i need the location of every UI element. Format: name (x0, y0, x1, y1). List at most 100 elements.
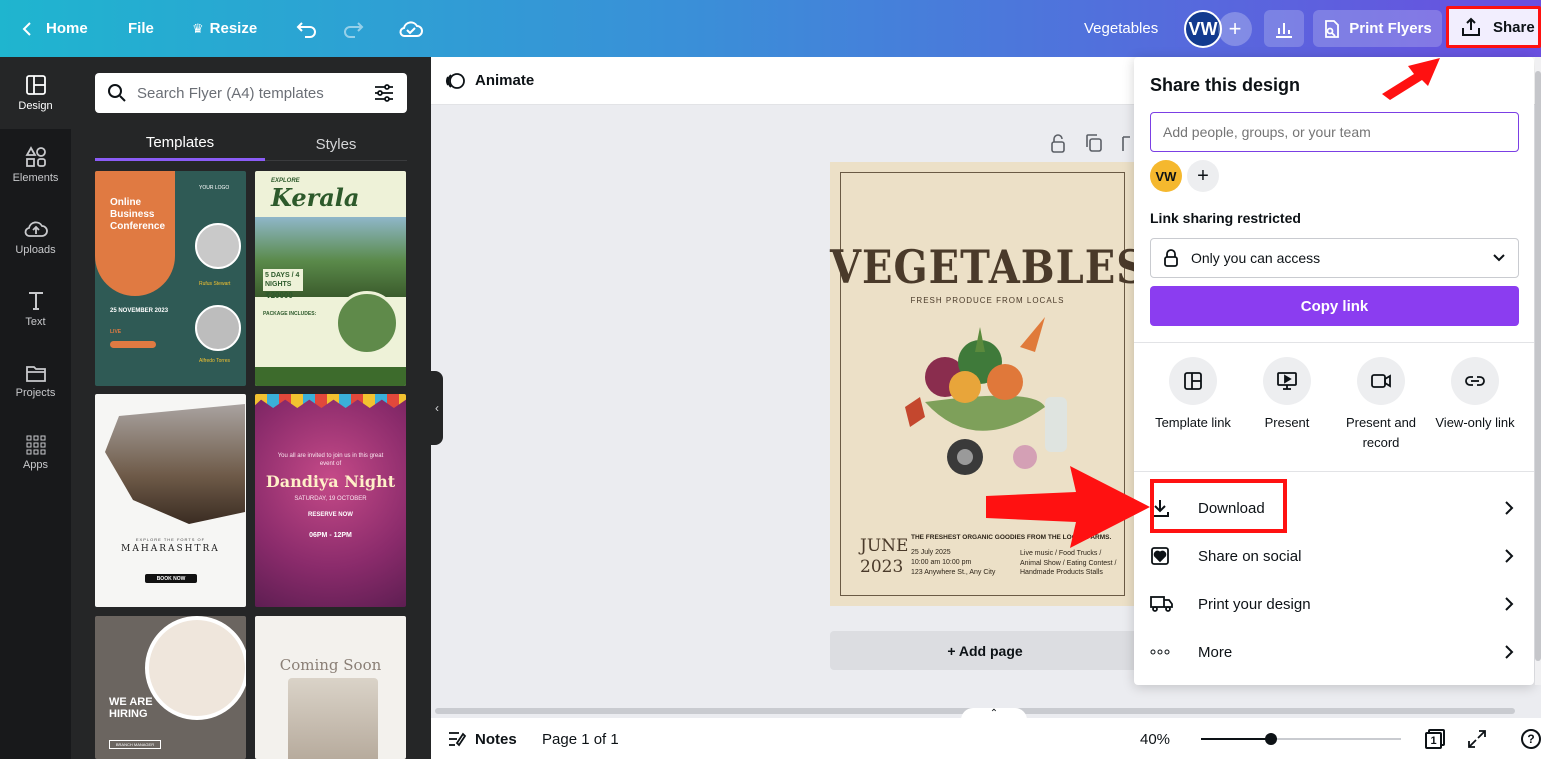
lock-icon[interactable] (1049, 133, 1067, 153)
template-title: Dandiya Night (265, 472, 396, 491)
template-time: 06PM - 12PM (309, 532, 352, 539)
add-page-button[interactable]: + Add page (830, 631, 1140, 670)
page-grid-button[interactable]: 1 (1425, 718, 1445, 759)
insights-button[interactable] (1264, 10, 1304, 47)
add-collaborator-button[interactable]: + (1218, 12, 1252, 46)
home-button[interactable]: Home (20, 0, 88, 57)
present-option[interactable]: Present (1240, 357, 1334, 433)
template-days: 5 DAYS / 4 NIGHTS (263, 269, 303, 291)
chevron-right-icon (1505, 645, 1514, 659)
user-avatar[interactable]: VW (1184, 10, 1222, 48)
home-label: Home (46, 20, 88, 37)
template-logo-text: YOUR LOGO (199, 185, 230, 191)
template-title: Online Business Conference (110, 197, 166, 232)
left-rail: Design Elements Uploads Text Projects Ap… (0, 57, 71, 759)
more-option[interactable]: More (1150, 628, 1519, 676)
print-flyers-button[interactable]: Print Flyers (1313, 10, 1442, 47)
animate-icon (446, 72, 465, 89)
add-people-input[interactable] (1150, 112, 1519, 152)
file-menu[interactable]: File (128, 0, 154, 57)
page-indicator[interactable]: Page 1 of 1 (542, 718, 619, 759)
template-card[interactable]: Coming Soon (255, 616, 406, 759)
redo-button[interactable] (342, 0, 364, 57)
template-card[interactable]: WE ARE HIRING BRANCH MANAGER (95, 616, 246, 759)
template-photo (105, 404, 245, 524)
notes-button[interactable]: Notes (447, 718, 517, 759)
template-reserve: RESERVE NOW (308, 512, 353, 518)
template-card[interactable]: Online Business Conference YOUR LOGO Ruf… (95, 171, 246, 386)
resize-button[interactable]: ♛ Resize (192, 0, 257, 57)
rail-item-apps[interactable]: Apps (0, 417, 71, 489)
template-link-icon (1184, 372, 1202, 390)
template-card[interactable]: EXPLORE Kerala 5 DAYS / 4 NIGHTS ₹20000 … (255, 171, 406, 386)
redo-icon (344, 21, 364, 38)
duplicate-icon[interactable] (1085, 133, 1103, 153)
option-circle (1451, 357, 1499, 405)
tab-styles[interactable]: Styles (265, 127, 407, 161)
zoom-value[interactable]: 40% (1140, 718, 1170, 759)
lock-icon (1164, 249, 1178, 267)
rail-item-design[interactable]: Design (0, 57, 71, 129)
rail-item-elements[interactable]: Elements (0, 129, 71, 201)
add-page-icon[interactable] (1121, 133, 1131, 153)
collapse-panel-handle[interactable]: ‹ (431, 371, 443, 445)
share-panel-scrollbar[interactable] (1535, 57, 1541, 685)
collaborator-avatar[interactable]: VW (1150, 160, 1182, 192)
share-button[interactable]: Share (1446, 6, 1541, 48)
rail-item-text[interactable]: Text (0, 273, 71, 345)
cloud-check-icon (399, 20, 423, 37)
share-social-option[interactable]: Share on social (1150, 532, 1519, 580)
template-card[interactable]: EXPLORE THE FORTS OF MAHARASHTRA BOOK NO… (95, 394, 246, 607)
notes-icon (449, 732, 467, 747)
cloud-save-button[interactable] (398, 0, 424, 57)
chevron-right-icon (1505, 549, 1514, 563)
flyer-activities: Live music / Food Trucks / Animal Show /… (1020, 550, 1117, 576)
plus-icon: + (1197, 164, 1209, 187)
tab-templates[interactable]: Templates (95, 127, 265, 161)
copy-link-button[interactable]: Copy link (1150, 286, 1519, 326)
rail-label: Projects (15, 387, 56, 399)
access-value: Only you can access (1191, 250, 1321, 266)
bottom-bar: ⌃ Notes Page 1 of 1 40% 1 ? (431, 706, 1541, 759)
animate-button[interactable]: Animate (445, 71, 534, 91)
rail-item-uploads[interactable]: Uploads (0, 201, 71, 273)
option-circle (1357, 357, 1405, 405)
chevron-down-icon (1493, 254, 1505, 262)
template-person: Alfredo Torres (199, 358, 231, 364)
rail-item-projects[interactable]: Projects (0, 345, 71, 417)
flyer-date: 25 July 2025 (911, 549, 951, 556)
template-intro: You all are invited to join us in this g… (277, 453, 384, 467)
search-icon (108, 84, 126, 102)
present-icon (1277, 372, 1297, 390)
template-pretitle: EXPLORE THE FORTS OF (135, 537, 206, 542)
design-title[interactable]: Vegetables (1084, 0, 1158, 57)
help-button[interactable]: ? (1521, 718, 1541, 759)
access-select[interactable]: Only you can access (1150, 238, 1519, 278)
chevron-left-icon: ‹ (435, 401, 439, 415)
more-label: More (1198, 643, 1233, 661)
present-record-option[interactable]: Present and record (1334, 357, 1428, 453)
rail-label: Apps (22, 459, 49, 471)
fullscreen-button[interactable] (1468, 718, 1486, 759)
expand-icon (1468, 730, 1486, 748)
filter-icon[interactable] (373, 83, 395, 103)
template-card[interactable]: You all are invited to join us in this g… (255, 394, 406, 607)
option-label: Present (1264, 415, 1310, 430)
view-only-link-option[interactable]: View-only link (1428, 357, 1522, 433)
template-search[interactable]: Search Flyer (A4) templates (95, 73, 407, 113)
print-design-option[interactable]: Print your design (1150, 580, 1519, 628)
option-label: Present and record (1345, 415, 1417, 450)
flyer-time: 10:00 am 10:00 pm (911, 559, 972, 566)
add-person-button[interactable]: + (1187, 160, 1219, 192)
expand-pages-button[interactable]: ⌃ (961, 708, 1027, 720)
template-cta: BOOK NOW (145, 574, 197, 583)
zoom-slider-handle[interactable] (1265, 733, 1277, 745)
chevron-right-icon (1505, 501, 1514, 515)
search-input[interactable]: Search Flyer (A4) templates (137, 85, 373, 102)
template-title: Kerala (271, 183, 360, 212)
template-link-option[interactable]: Template link (1146, 357, 1240, 433)
undo-button[interactable] (296, 0, 318, 57)
divider (1134, 471, 1534, 472)
chevron-left-icon (22, 21, 31, 36)
zoom-slider[interactable] (1201, 733, 1401, 745)
